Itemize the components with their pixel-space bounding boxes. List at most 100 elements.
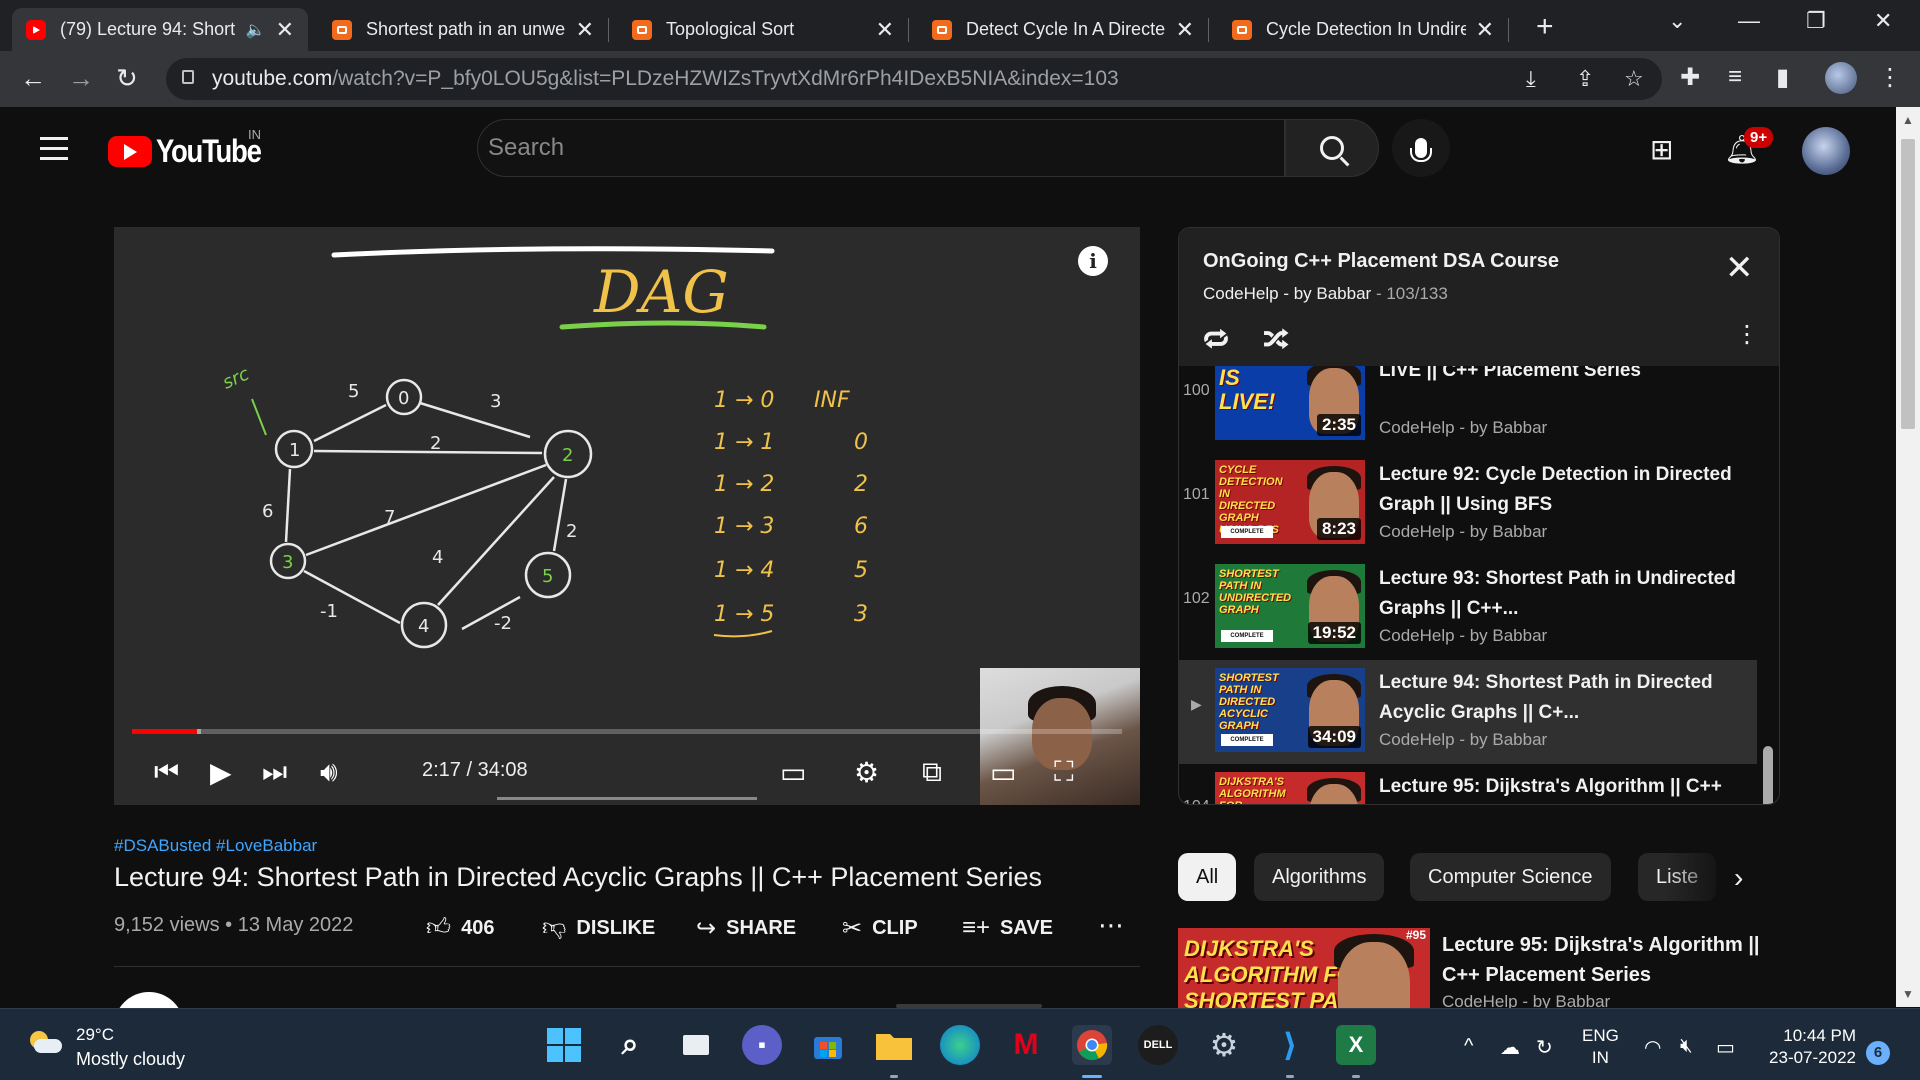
sync-icon[interactable]: ↻ bbox=[1536, 1035, 1553, 1060]
page-scrollbar[interactable]: ▲ ▼ bbox=[1896, 107, 1920, 1007]
close-window-icon[interactable]: ✕ bbox=[1874, 8, 1892, 34]
tab-shortest-path-unweighted[interactable]: Shortest path in an unwei ✕ bbox=[318, 8, 609, 51]
video-progress-bar[interactable] bbox=[132, 729, 1122, 734]
tray-chevron-up-icon[interactable]: ^ bbox=[1464, 1035, 1473, 1058]
media-controls-icon[interactable]: ≡ bbox=[1728, 63, 1742, 91]
search-icon[interactable]: ⌕ bbox=[610, 1025, 650, 1065]
onedrive-cloud-icon[interactable]: ☁ bbox=[1500, 1035, 1520, 1060]
notification-count-badge[interactable]: 6 bbox=[1866, 1041, 1890, 1065]
playlist-scrollbar-thumb[interactable] bbox=[1763, 746, 1773, 804]
weather-description[interactable]: Mostly cloudy bbox=[76, 1049, 185, 1070]
language-indicator[interactable]: ENG IN bbox=[1582, 1025, 1619, 1069]
chrome-menu-icon[interactable]: ⋮ bbox=[1878, 63, 1902, 92]
tab-search-chevron-icon[interactable]: ⌄ bbox=[1668, 8, 1686, 34]
minimize-icon[interactable]: — bbox=[1738, 8, 1760, 34]
microsoft-store-icon[interactable] bbox=[808, 1025, 848, 1065]
info-icon[interactable]: i bbox=[1078, 246, 1108, 276]
task-view-icon[interactable] bbox=[676, 1025, 716, 1065]
search-button[interactable] bbox=[1285, 119, 1379, 177]
close-tab-icon[interactable]: ✕ bbox=[1476, 17, 1494, 43]
install-app-icon[interactable]: ⤓ bbox=[1526, 66, 1536, 92]
more-actions-icon[interactable]: ⋯ bbox=[1098, 910, 1124, 941]
playlist-title[interactable]: OnGoing C++ Placement DSA Course bbox=[1203, 250, 1559, 273]
like-button[interactable]: 👍︎ 406 bbox=[426, 914, 494, 942]
tab-detect-cycle-directed[interactable]: Detect Cycle In A Directe ✕ bbox=[918, 8, 1209, 51]
video-hashtags[interactable]: #DSABusted #LoveBabbar bbox=[114, 836, 317, 856]
excel-icon[interactable]: X bbox=[1336, 1025, 1376, 1065]
close-tab-icon[interactable]: ✕ bbox=[1176, 17, 1194, 43]
profile-avatar[interactable] bbox=[1825, 62, 1857, 94]
close-tab-icon[interactable]: ✕ bbox=[876, 17, 894, 43]
previous-video-icon[interactable]: ⏮ bbox=[154, 756, 179, 789]
tab-topological-sort[interactable]: Topological Sort ✕ bbox=[618, 8, 909, 51]
chip-all[interactable]: All bbox=[1178, 853, 1237, 901]
side-panel-icon[interactable]: ▮ bbox=[1776, 63, 1789, 92]
battery-icon[interactable]: ▭ bbox=[1716, 1035, 1735, 1060]
next-video-icon[interactable]: ⏭ bbox=[262, 756, 287, 789]
restore-icon[interactable]: ❐ bbox=[1806, 8, 1826, 34]
playlist-item[interactable]: 102 SHORTEST PATH IN UNDIRECTED GRAPH CO… bbox=[1179, 556, 1757, 660]
subtitles-icon[interactable]: ▭ bbox=[780, 756, 806, 789]
share-button[interactable]: ↪ SHARE bbox=[696, 914, 796, 943]
dislike-button[interactable]: 👎︎ DISLIKE bbox=[542, 914, 655, 942]
hamburger-menu-icon[interactable] bbox=[40, 137, 68, 167]
volume-muted-icon[interactable]: 🔇︎ bbox=[1680, 1035, 1693, 1058]
chrome-browser-icon[interactable] bbox=[1072, 1025, 1112, 1065]
video-player[interactable]: DAG src 0 1 2 3 4 5 5 3 2 6 7 4 2 -1 -2 … bbox=[114, 227, 1140, 805]
voice-search-button[interactable] bbox=[1392, 119, 1450, 177]
settings-gear-icon[interactable]: ⚙ bbox=[854, 756, 879, 789]
extensions-puzzle-icon[interactable]: ✚ bbox=[1680, 63, 1700, 92]
bookmark-star-icon[interactable]: ☆ bbox=[1624, 66, 1644, 92]
playlist-item[interactable]: 101 CYCLE DETECTION IN DIRECTED GRAPH US… bbox=[1179, 452, 1757, 556]
windows-start-icon[interactable] bbox=[544, 1025, 584, 1065]
new-tab-icon[interactable]: + bbox=[1536, 10, 1554, 44]
account-avatar[interactable] bbox=[1802, 127, 1850, 175]
playlist-menu-icon[interactable]: ⋮ bbox=[1735, 320, 1759, 349]
search-input[interactable] bbox=[478, 120, 1284, 176]
settings-gear-icon[interactable]: ⚙ bbox=[1204, 1025, 1244, 1065]
fullscreen-icon[interactable]: ⛶ bbox=[1054, 756, 1074, 789]
close-playlist-icon[interactable]: ✕ bbox=[1725, 248, 1754, 288]
tab-youtube-lecture-94[interactable]: (79) Lecture 94: Short 🔈 ✕ bbox=[12, 8, 308, 51]
system-clock[interactable]: 10:44 PM 23-07-2022 bbox=[1760, 1025, 1856, 1069]
theater-mode-icon[interactable]: ▭ bbox=[990, 756, 1016, 789]
scroll-down-icon[interactable]: ▼ bbox=[1902, 987, 1914, 1001]
scroll-up-icon[interactable]: ▲ bbox=[1902, 113, 1914, 127]
playlist-item[interactable]: 100 IS LIVE! 2:35 LIVE || C++ Placement … bbox=[1179, 366, 1757, 452]
playlist-item[interactable]: 104 DIJKSTRA'S ALGORITHM FOR SHORTEST PA… bbox=[1179, 764, 1757, 804]
address-bar[interactable]: youtube.com/watch?v=P_bfy0LOU5g&list=PLD… bbox=[166, 58, 1662, 100]
chip-computer-science[interactable]: Computer Science bbox=[1410, 853, 1611, 901]
lock-icon[interactable] bbox=[182, 70, 194, 84]
file-explorer-icon[interactable] bbox=[874, 1025, 914, 1065]
play-icon[interactable]: ▶ bbox=[210, 756, 232, 789]
clip-button[interactable]: ✂ CLIP bbox=[842, 914, 918, 943]
temperature[interactable]: 29°C bbox=[76, 1025, 114, 1045]
create-video-icon[interactable]: ⊞ bbox=[1650, 133, 1673, 166]
recommended-title[interactable]: Lecture 95: Dijkstra's Algorithm || C++ … bbox=[1442, 930, 1762, 990]
wifi-icon[interactable]: ◠ bbox=[1644, 1035, 1661, 1060]
speaker-icon[interactable]: 🔈 bbox=[246, 20, 266, 40]
reload-icon[interactable]: ↻ bbox=[116, 63, 138, 94]
teams-chat-icon[interactable]: ▪ bbox=[742, 1025, 782, 1065]
chip-algorithms[interactable]: Algorithms bbox=[1254, 853, 1385, 901]
close-tab-icon[interactable]: ✕ bbox=[276, 17, 294, 43]
edge-browser-icon[interactable] bbox=[940, 1025, 980, 1065]
mcafee-icon[interactable]: M bbox=[1006, 1025, 1046, 1065]
forward-icon[interactable]: → bbox=[68, 63, 94, 94]
back-icon[interactable]: ← bbox=[20, 63, 46, 94]
weather-cloud-icon[interactable] bbox=[28, 1031, 62, 1053]
tab-cycle-detection-undirected[interactable]: Cycle Detection In Undire ✕ bbox=[1218, 8, 1509, 51]
volume-icon[interactable]: 🔊︎ bbox=[320, 756, 338, 789]
vscode-icon[interactable]: ⟩ bbox=[1270, 1025, 1310, 1065]
playlist-channel[interactable]: CodeHelp - by Babbar bbox=[1203, 284, 1371, 303]
save-button[interactable]: ≡+ SAVE bbox=[962, 914, 1053, 942]
search-box[interactable] bbox=[477, 119, 1285, 177]
playlist-item-current[interactable]: ▶ SHORTEST PATH IN DIRECTED ACYCLIC GRAP… bbox=[1179, 660, 1757, 764]
miniplayer-icon[interactable]: ⧉ bbox=[922, 756, 942, 789]
youtube-logo[interactable]: YouTube IN bbox=[108, 127, 278, 170]
close-tab-icon[interactable]: ✕ bbox=[576, 17, 594, 43]
scrollbar-thumb[interactable] bbox=[1901, 139, 1915, 429]
shuffle-icon[interactable]: 🔀︎ bbox=[1263, 320, 1289, 358]
share-icon[interactable]: ⇪ bbox=[1576, 66, 1594, 92]
dell-icon[interactable]: DELL bbox=[1138, 1025, 1178, 1065]
